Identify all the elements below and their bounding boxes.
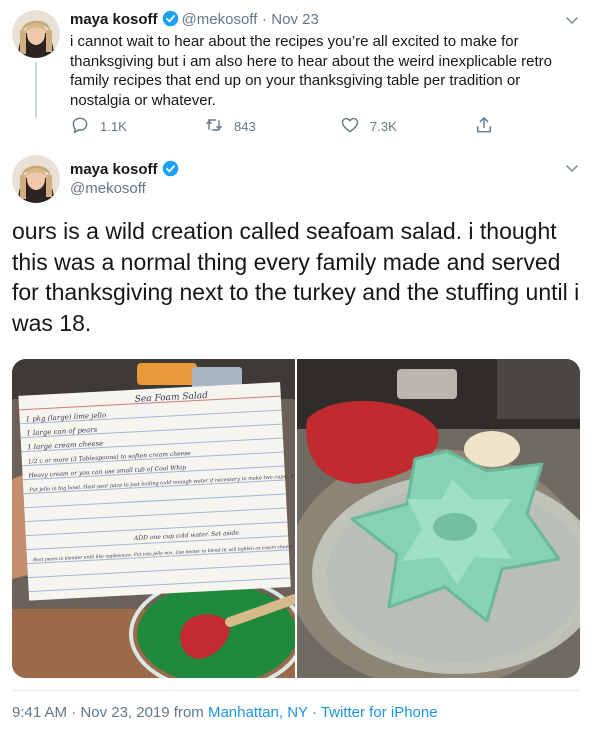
tweet-time[interactable]: 9:41 AM bbox=[12, 704, 67, 721]
recipe-card-photo[interactable]: Sea Foam Salad 1 pkg (large) lime jello … bbox=[12, 359, 295, 678]
display-name[interactable]: maya kosoff bbox=[70, 11, 158, 28]
location-link[interactable]: Manhattan, NY bbox=[208, 704, 308, 721]
chevron-down-icon[interactable] bbox=[564, 160, 580, 176]
recipe-card-image: Sea Foam Salad 1 pkg (large) lime jello … bbox=[12, 359, 295, 678]
main-tweet-handle[interactable]: @mekosoff bbox=[70, 180, 146, 197]
source-app-link[interactable]: Twitter for iPhone bbox=[321, 704, 438, 721]
thread-connector-line bbox=[35, 62, 37, 118]
handle[interactable]: @mekosoff bbox=[182, 11, 258, 28]
separator-dot: · bbox=[71, 704, 77, 721]
avatar-maya-kosoff-main[interactable] bbox=[12, 155, 60, 203]
main-tweet-name-row: maya kosoff bbox=[70, 160, 182, 179]
verified-badge-icon bbox=[162, 10, 179, 27]
divider bbox=[12, 690, 580, 691]
reply-button[interactable]: 1.1K bbox=[70, 116, 170, 136]
share-icon bbox=[474, 115, 494, 138]
separator-dot: · bbox=[261, 11, 267, 28]
avatar-maya-kosoff-parent[interactable] bbox=[12, 10, 60, 58]
retweet-count: 843 bbox=[234, 118, 256, 134]
tweet-date[interactable]: Nov 23 bbox=[271, 11, 319, 28]
reply-count: 1.1K bbox=[100, 118, 127, 134]
tweet-full-date[interactable]: Nov 23, 2019 bbox=[80, 704, 169, 721]
seafoam-salad-image bbox=[297, 359, 580, 678]
parent-tweet-header: maya kosoff @mekosoff · Nov 23 bbox=[70, 10, 319, 29]
tweet-timestamp-row: 9:41 AM · Nov 23, 2019 from Manhattan, N… bbox=[12, 704, 438, 721]
from-label: from bbox=[173, 704, 204, 721]
chevron-down-icon[interactable] bbox=[564, 12, 580, 28]
verified-badge-icon bbox=[162, 160, 179, 177]
seafoam-salad-photo[interactable] bbox=[297, 359, 580, 678]
reply-icon bbox=[70, 115, 90, 138]
retweet-button[interactable]: 843 bbox=[204, 116, 304, 136]
display-name[interactable]: maya kosoff bbox=[70, 161, 158, 178]
parent-tweet-text: i cannot wait to hear about the recipes … bbox=[70, 33, 552, 109]
main-tweet-text: ours is a wild creation called seafoam s… bbox=[12, 218, 580, 336]
like-button[interactable]: 7.3K bbox=[340, 116, 440, 136]
separator-dot: · bbox=[311, 704, 317, 721]
like-icon bbox=[340, 115, 360, 138]
like-count: 7.3K bbox=[370, 118, 397, 134]
share-button[interactable] bbox=[474, 116, 498, 136]
retweet-icon bbox=[204, 115, 224, 138]
